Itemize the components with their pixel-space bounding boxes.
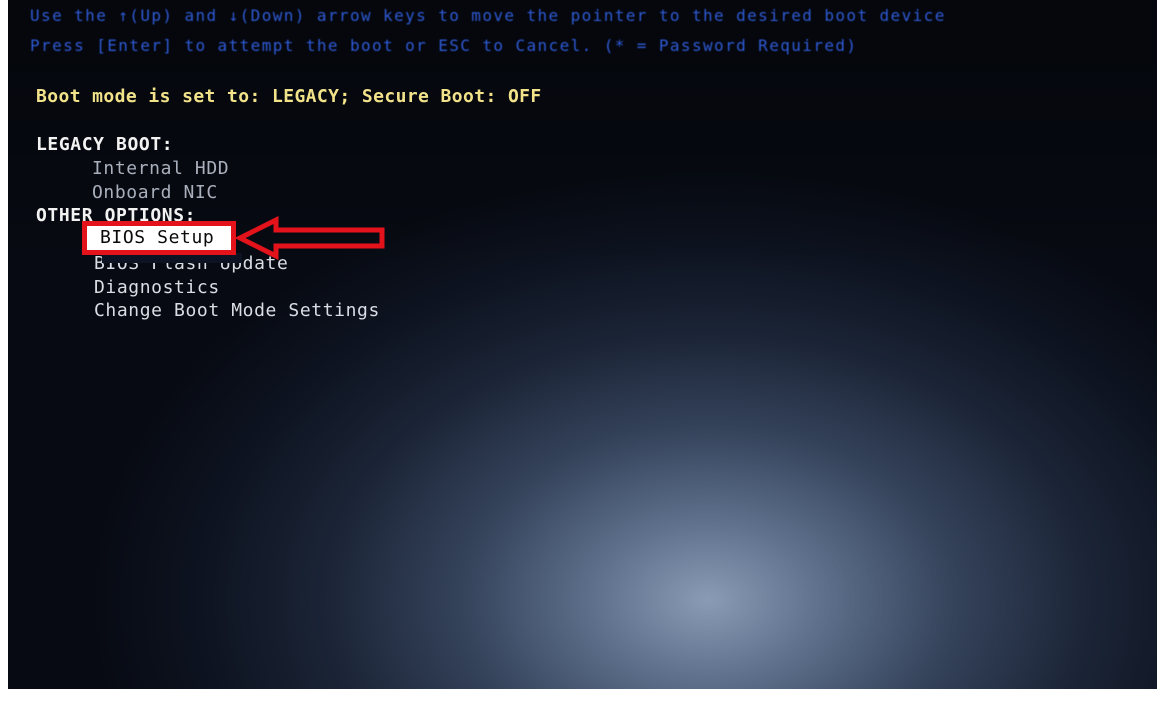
legacy-boot-heading: LEGACY BOOT: xyxy=(36,134,174,155)
photo-frame: Use the ↑(Up) and ↓(Down) arrow keys to … xyxy=(0,0,1157,704)
boot-option-onboard-nic[interactable]: Onboard NIC xyxy=(92,182,218,203)
help-line-enter: Press [Enter] to attempt the boot or ESC… xyxy=(30,36,858,55)
boot-mode-status: Boot mode is set to: LEGACY; Secure Boot… xyxy=(36,86,542,107)
boot-option-change-boot-mode[interactable]: Change Boot Mode Settings xyxy=(94,300,380,321)
boot-option-diagnostics[interactable]: Diagnostics xyxy=(94,277,220,298)
boot-option-internal-hdd[interactable]: Internal HDD xyxy=(92,158,229,179)
help-line-navigation: Use the ↑(Up) and ↓(Down) arrow keys to … xyxy=(30,6,946,25)
left-arrow-icon xyxy=(236,216,385,260)
boot-menu-screen: Use the ↑(Up) and ↓(Down) arrow keys to … xyxy=(8,0,1157,689)
boot-option-bios-setup[interactable]: BIOS Setup xyxy=(100,227,214,248)
